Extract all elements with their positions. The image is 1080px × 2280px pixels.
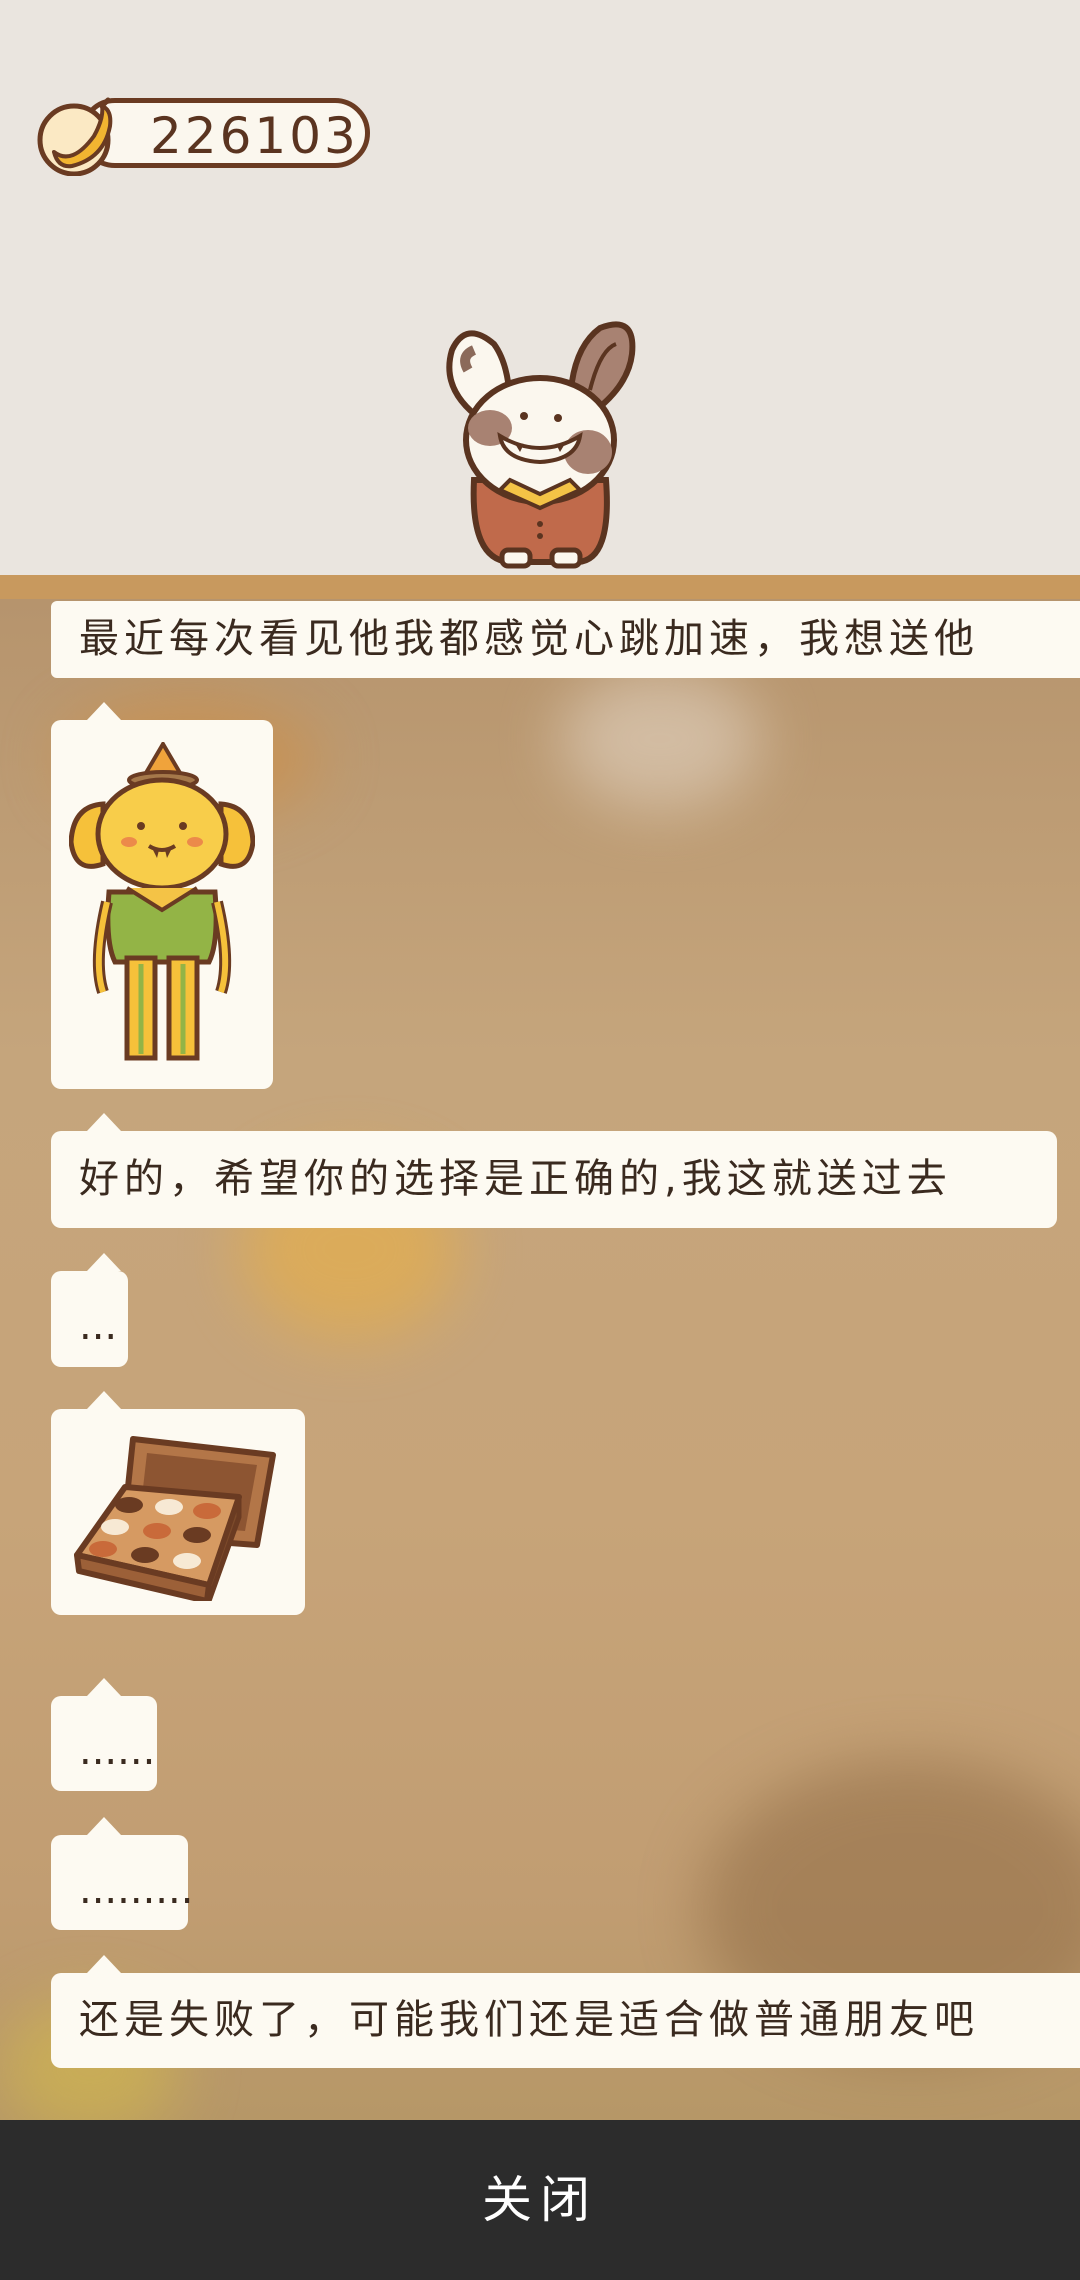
- banana-count: 226103: [150, 107, 359, 165]
- chat-image-bubble: [51, 702, 273, 1089]
- chat-bubble: 最近每次看见他我都感觉心跳加速，我想送他: [51, 601, 1080, 678]
- chat-scene: 最近每次看见他我都感觉心跳加速，我想送他 好的，希望你的选择是正确的,我这就送过…: [0, 599, 1080, 2120]
- banana-icon: [37, 97, 113, 176]
- bubble-tip: [87, 1678, 121, 1696]
- background-blur: [560, 669, 760, 809]
- bubble-tip: [87, 1391, 121, 1409]
- chat-message-text: 好的，希望你的选择是正确的,我这就送过去: [79, 1156, 952, 1202]
- banana-counter: 226103: [32, 96, 376, 176]
- bubble-tip: [87, 1955, 121, 1973]
- chat-bubble: ...: [51, 1253, 128, 1367]
- chat-bubble: 还是失败了，可能我们还是适合做普通朋友吧: [51, 1955, 1080, 2068]
- chat-message-text: ...: [79, 1303, 118, 1349]
- bubble-tip: [87, 1113, 121, 1131]
- dog-character-portrait: [69, 742, 255, 1061]
- rabbit-vampire-character[interactable]: [440, 310, 640, 570]
- close-button[interactable]: 关闭: [0, 2120, 1080, 2280]
- bubble-tip: [87, 702, 121, 720]
- chat-message-text: .........: [79, 1867, 194, 1913]
- bubble-tip: [87, 1253, 121, 1271]
- chat-bubble: .........: [51, 1817, 193, 1930]
- chat-message-text: 最近每次看见他我都感觉心跳加速，我想送他: [79, 616, 979, 662]
- chat-image-bubble: [51, 1391, 305, 1615]
- chat-message-text: ......: [79, 1728, 156, 1774]
- chat-bubble: 好的，希望你的选择是正确的,我这就送过去: [51, 1113, 1057, 1228]
- bubble-tip: [87, 1817, 121, 1835]
- top-area: 226103: [0, 0, 1080, 575]
- ledge-divider: [0, 575, 1080, 599]
- chat-bubble: ......: [51, 1678, 157, 1791]
- close-button-label: 关闭: [482, 2171, 598, 2229]
- chocolate-box-icon: [74, 1436, 276, 1601]
- chat-message-text: 还是失败了，可能我们还是适合做普通朋友吧: [79, 1997, 979, 2043]
